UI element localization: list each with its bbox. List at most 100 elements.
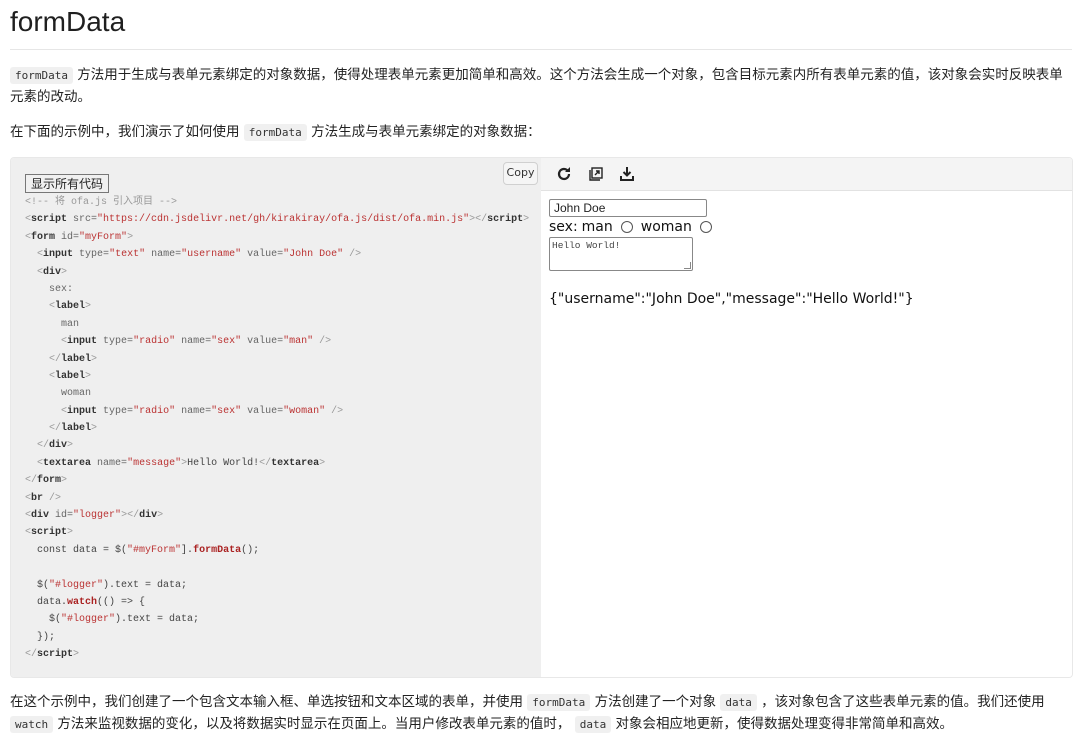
- text: 方法生成与表单元素绑定的对象数据：: [311, 124, 541, 140]
- code-token: "radio": [133, 336, 176, 348]
- inline-code: data: [574, 715, 612, 733]
- inline-code: formData: [243, 124, 307, 141]
- code-token: <!-- 将 ofa.js 引入项目 -->: [25, 197, 178, 208]
- code-token: "radio": [133, 405, 176, 417]
- code-line: <script src="https://cdn.jsdelivr.net/gh…: [25, 211, 529, 228]
- code-token: "text": [109, 249, 146, 261]
- code-line: data.watch(() => {: [25, 594, 529, 611]
- inline-code: data: [720, 694, 757, 711]
- code-line: <div id="logger"></div>: [25, 507, 529, 524]
- code-line: <label>: [25, 298, 529, 315]
- code-token: watch: [67, 596, 98, 608]
- text: 在下面的示例中，我们演示了如何使用: [10, 124, 240, 140]
- code-line: const data = $("#myForm"].formData();: [25, 542, 529, 559]
- code-line: <script>: [25, 524, 529, 541]
- code-line: <input type="radio" name="sex" value="wo…: [25, 403, 529, 420]
- intro-text: 方法用于生成与表单元素绑定的对象数据，使得处理表单元素更加简单和高效。这个方法会…: [10, 67, 1063, 105]
- inline-code: formData: [10, 67, 73, 84]
- inline-code: formData: [527, 694, 591, 711]
- code-line: });: [25, 629, 529, 646]
- open-external-icon[interactable]: [587, 165, 605, 183]
- code-token: ).text = data;: [103, 579, 188, 591]
- code-line: <textarea name="message">Hello World!</t…: [25, 455, 529, 472]
- woman-label: woman: [640, 219, 692, 235]
- page-title: formData: [10, 6, 126, 37]
- code-line: </label>: [25, 351, 529, 368]
- resize-handle[interactable]: [684, 262, 691, 269]
- message-value: Hello World!: [552, 240, 621, 251]
- code-token: form: [37, 475, 62, 487]
- code-line: $("#logger").text = data;: [25, 577, 529, 594]
- code-token: const data = $(: [25, 544, 128, 556]
- code-line: <form id="myForm">: [25, 229, 529, 246]
- code-token: data.: [25, 596, 68, 608]
- code-token: value=: [241, 336, 284, 348]
- code-token: />: [343, 249, 362, 261]
- code-token: >: [73, 649, 80, 661]
- example-intro-paragraph: 在下面的示例中，我们演示了如何使用 formData 方法生成与表单元素绑定的对…: [10, 122, 1072, 144]
- code-demo: 显示所有代码 Copy <!-- 将 ofa.js 引入项目 --> <scrip…: [10, 157, 1073, 678]
- code-token: ();: [241, 544, 260, 556]
- code-token: input: [67, 405, 98, 417]
- code-token: "https://cdn.jsdelivr.net/gh/kirakiray/o…: [97, 214, 470, 226]
- code-token: />: [325, 405, 344, 417]
- man-radio[interactable]: [620, 221, 633, 233]
- code-token: script: [487, 214, 524, 226]
- code-token: Hello World!: [187, 457, 260, 469]
- refresh-icon[interactable]: [555, 165, 573, 183]
- code-line: <!-- 将 ofa.js 引入项目 -->: [25, 194, 529, 211]
- code-token: script: [31, 527, 68, 539]
- code-line: woman: [25, 385, 529, 402]
- code-line: <input type="radio" name="sex" value="ma…: [25, 333, 529, 350]
- sex-radio-group: sex: man woman: [549, 219, 716, 235]
- divider: [10, 49, 1072, 50]
- code-line: </form>: [25, 472, 529, 489]
- code-token: >: [67, 527, 74, 539]
- code-line: <div>: [25, 264, 529, 281]
- copy-button[interactable]: Copy: [503, 162, 538, 185]
- code-line: <label>: [25, 368, 529, 385]
- code-token: div: [43, 266, 62, 278]
- username-input[interactable]: John Doe: [549, 199, 707, 217]
- code-token: name=: [145, 249, 182, 261]
- code-line: sex:: [25, 281, 529, 298]
- code-token: "#myForm": [127, 544, 182, 556]
- code-token: value=: [241, 405, 284, 417]
- code-block: <!-- 将 ofa.js 引入项目 --> <script src="https…: [25, 194, 529, 664]
- code-token: type=: [97, 336, 134, 348]
- code-token: label: [55, 370, 86, 382]
- message-textarea[interactable]: Hello World!: [549, 237, 693, 271]
- code-line: </script>: [25, 646, 529, 663]
- code-token: name=: [175, 405, 212, 417]
- code-token: </: [25, 475, 38, 487]
- download-icon[interactable]: [618, 165, 636, 183]
- outro-paragraph: 在这个示例中，我们创建了一个包含文本输入框、单选按钮和文本区域的表单，并使用 f…: [10, 692, 1072, 735]
- inline-code: watch: [10, 715, 54, 733]
- woman-radio[interactable]: [699, 221, 712, 233]
- code-token: "sex": [211, 405, 242, 417]
- code-token: "man": [283, 336, 314, 348]
- code-token: div: [49, 440, 68, 452]
- code-token: "myForm": [79, 231, 128, 243]
- code-token: </: [49, 353, 62, 365]
- code-token: });: [25, 631, 56, 643]
- show-all-code-button[interactable]: 显示所有代码: [25, 174, 110, 193]
- code-token: div: [139, 510, 158, 522]
- code-token: >: [67, 440, 74, 452]
- code-token: br: [31, 492, 44, 504]
- code-line: $("#logger").text = data;: [25, 611, 529, 628]
- code-token: >: [523, 214, 530, 226]
- preview-pane: John Doe sex: man woman Hello World! {"u…: [541, 158, 1072, 677]
- code-token: $(: [25, 579, 50, 591]
- preview-toolbar: [541, 158, 1072, 191]
- text: 在这个示例中，我们创建了一个包含文本输入框、单选按钮和文本区域的表单，并使用: [10, 694, 523, 710]
- man-label: man: [581, 219, 613, 235]
- code-token: />: [313, 336, 332, 348]
- code-token: </: [49, 423, 62, 435]
